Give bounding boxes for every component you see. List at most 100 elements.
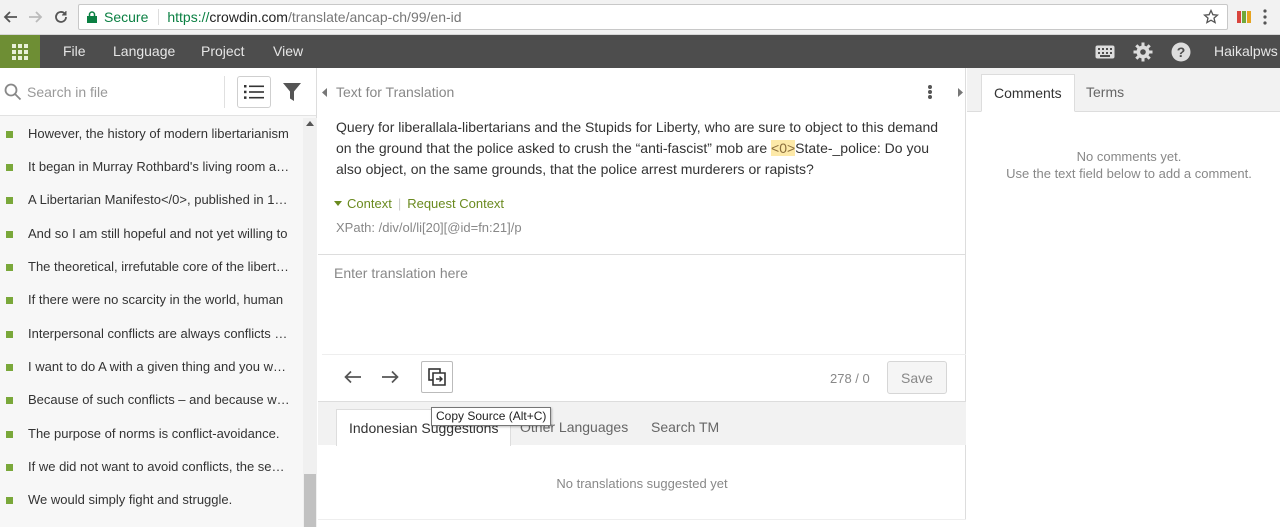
caret-right-icon bbox=[957, 87, 963, 97]
comments-tabs: Comments Terms bbox=[967, 68, 1280, 112]
string-text: I want to do A with a given thing and yo… bbox=[28, 359, 290, 374]
address-bar[interactable]: Secure https://crowdin.com/translate/anc… bbox=[78, 4, 1228, 30]
secure-indicator[interactable]: Secure bbox=[79, 9, 160, 25]
translated-status-icon bbox=[6, 397, 13, 404]
tab-terms[interactable]: Terms bbox=[1074, 74, 1136, 112]
apps-grid-button[interactable] bbox=[0, 35, 40, 68]
no-suggestions-message: No translations suggested yet bbox=[556, 476, 728, 491]
more-options-icon[interactable] bbox=[922, 82, 938, 102]
search-input[interactable] bbox=[27, 80, 217, 104]
keyboard-icon bbox=[1095, 45, 1115, 58]
translated-status-icon bbox=[6, 331, 13, 338]
secure-label: Secure bbox=[104, 9, 149, 25]
caret-left-icon bbox=[321, 87, 327, 97]
string-text: If there were no scarcity in the world, … bbox=[28, 292, 284, 307]
translated-status-icon bbox=[6, 431, 13, 438]
divider bbox=[322, 354, 966, 355]
user-menu[interactable]: Haikalpws bbox=[1214, 35, 1278, 68]
translated-status-icon bbox=[6, 231, 13, 238]
copy-source-icon bbox=[428, 368, 446, 386]
arrow-right-icon bbox=[382, 370, 399, 384]
string-list-scrollbar[interactable] bbox=[303, 118, 317, 527]
scrollbar-thumb[interactable] bbox=[304, 474, 316, 527]
source-text: Query for liberallala-libertarians and t… bbox=[336, 119, 939, 177]
list-view-button[interactable] bbox=[237, 76, 271, 108]
string-item[interactable]: The purpose of norms is conflict-avoidan… bbox=[0, 418, 303, 451]
app-menubar: File Language Project View ? Haikalpws bbox=[0, 35, 1280, 68]
string-text: We would simply fight and struggle. bbox=[28, 492, 233, 507]
browser-toolbar: Secure https://crowdin.com/translate/anc… bbox=[0, 0, 1280, 35]
scroll-up-arrow-icon[interactable] bbox=[303, 120, 317, 130]
string-item[interactable]: However, the history of modern libertari… bbox=[0, 118, 303, 151]
help-button[interactable]: ? bbox=[1171, 35, 1191, 68]
string-item[interactable]: If there were no scarcity in the world, … bbox=[0, 284, 303, 317]
string-text: However, the history of modern libertari… bbox=[28, 126, 289, 141]
arrow-left-icon bbox=[344, 370, 361, 384]
browser-menu-icon[interactable] bbox=[1262, 8, 1268, 29]
settings-button[interactable] bbox=[1133, 35, 1153, 68]
source-tag[interactable]: <0> bbox=[771, 140, 796, 156]
apps-grid-icon bbox=[12, 43, 28, 60]
bookmark-star-icon[interactable] bbox=[1203, 9, 1219, 25]
url-text[interactable]: https://crowdin.com/translate/ancap-ch/9… bbox=[159, 9, 461, 25]
save-button[interactable]: Save bbox=[887, 361, 947, 394]
no-comments-message: No comments yet. Use the text field belo… bbox=[1006, 149, 1252, 181]
comments-panel: Comments Terms No comments yet. Use the … bbox=[967, 68, 1280, 527]
string-item[interactable]: The theoretical, irrefutable core of the… bbox=[0, 251, 303, 284]
menu-project[interactable]: Project bbox=[201, 35, 245, 68]
next-string-button[interactable] bbox=[374, 361, 406, 393]
strings-panel: However, the history of modern libertari… bbox=[0, 68, 317, 527]
caret-down-icon bbox=[334, 201, 342, 206]
suggestion-tabs: Indonesian Suggestions Other Languages S… bbox=[318, 401, 966, 446]
menu-view[interactable]: View bbox=[273, 35, 303, 68]
collapse-left-button[interactable] bbox=[318, 68, 330, 116]
string-text: And so I am still hopeful and not yet wi… bbox=[28, 226, 288, 241]
reload-button[interactable] bbox=[50, 6, 72, 28]
string-text: If we did not want to avoid conflicts, t… bbox=[28, 459, 290, 474]
tab-search-tm[interactable]: Search TM bbox=[639, 409, 731, 446]
request-context-link[interactable]: Request Context bbox=[407, 196, 504, 211]
string-item[interactable]: Because of such conflicts – and because … bbox=[0, 384, 303, 417]
list-icon bbox=[244, 85, 264, 99]
string-item[interactable]: It began in Murray Rothbard's living roo… bbox=[0, 151, 303, 184]
string-item[interactable]: And so I am still hopeful and not yet wi… bbox=[0, 218, 303, 251]
keyboard-shortcuts-button[interactable] bbox=[1095, 35, 1115, 68]
context-row: Context | Request Context bbox=[334, 196, 504, 211]
translation-input[interactable] bbox=[334, 265, 954, 349]
back-button[interactable] bbox=[0, 6, 22, 28]
svg-text:?: ? bbox=[1177, 44, 1186, 60]
string-text: It began in Murray Rothbard's living roo… bbox=[28, 159, 290, 174]
string-item[interactable]: If we did not want to avoid conflicts, t… bbox=[0, 451, 303, 484]
string-item[interactable]: I want to do A with a given thing and yo… bbox=[0, 351, 303, 384]
divider bbox=[318, 254, 966, 255]
tab-comments[interactable]: Comments bbox=[981, 74, 1075, 112]
filter-button[interactable] bbox=[280, 80, 304, 104]
translated-status-icon bbox=[6, 264, 13, 271]
search-row bbox=[0, 68, 316, 116]
divider bbox=[224, 76, 225, 108]
string-text: The purpose of norms is conflict-avoidan… bbox=[28, 426, 280, 441]
source-title: Text for Translation bbox=[336, 84, 455, 100]
translated-status-icon bbox=[6, 197, 13, 204]
string-item[interactable]: We would simply fight and struggle. bbox=[0, 484, 303, 517]
copy-source-tooltip: Copy Source (Alt+C) bbox=[431, 407, 552, 426]
filter-icon bbox=[283, 83, 301, 101]
translated-status-icon bbox=[6, 297, 13, 304]
translated-status-icon bbox=[6, 364, 13, 371]
forward-button[interactable] bbox=[24, 6, 46, 28]
copy-source-button[interactable] bbox=[421, 361, 453, 393]
character-counter: 278 / 0 bbox=[830, 371, 870, 386]
collapse-right-button[interactable] bbox=[954, 68, 966, 116]
menu-language[interactable]: Language bbox=[113, 35, 175, 68]
separator: | bbox=[397, 196, 402, 211]
help-icon: ? bbox=[1171, 42, 1191, 61]
menu-file[interactable]: File bbox=[63, 35, 86, 68]
extension-icon[interactable] bbox=[1236, 9, 1252, 25]
translated-status-icon bbox=[6, 131, 13, 138]
string-item[interactable]: Interpersonal conflicts are always confl… bbox=[0, 318, 303, 351]
string-item[interactable]: A Libertarian Manifesto</0>, published i… bbox=[0, 184, 303, 217]
context-toggle[interactable]: Context bbox=[347, 196, 392, 211]
divider bbox=[318, 519, 966, 527]
previous-string-button[interactable] bbox=[337, 361, 369, 393]
editor-panel: Text for Translation Query for liberalla… bbox=[318, 68, 966, 527]
